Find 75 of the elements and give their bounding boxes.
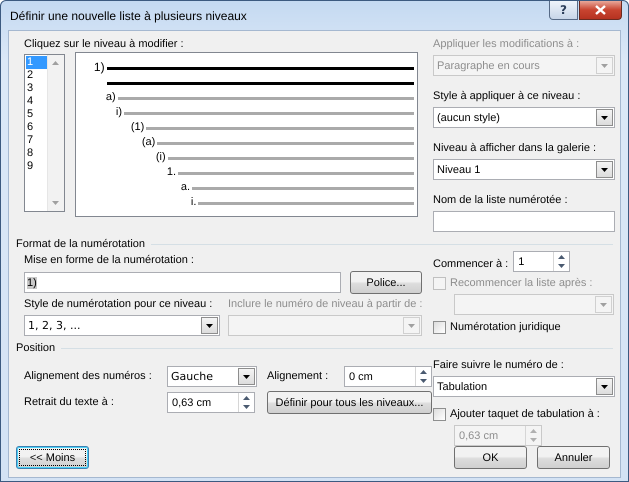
section-title: Position	[16, 342, 56, 354]
dropdown-arrow-icon	[601, 384, 608, 388]
close-button[interactable]	[579, 1, 622, 20]
list-item[interactable]: 7	[26, 134, 47, 147]
help-button[interactable]: ?	[549, 1, 578, 20]
list-item[interactable]: 4	[26, 95, 47, 108]
dropdown-arrow-icon	[243, 374, 250, 378]
list-number: 1)	[94, 61, 105, 73]
checkbox-label: Ajouter taquet de tabulation à :	[450, 406, 600, 422]
list-item[interactable]: 2	[26, 69, 47, 82]
dropdown[interactable]: Niveau 1	[433, 159, 615, 180]
spin-field[interactable]: 1	[513, 251, 570, 272]
list-item[interactable]: 5	[26, 108, 47, 121]
field-label: Inclure le numéro de niveau à partir de :	[228, 297, 422, 312]
button[interactable]: Police...	[350, 271, 422, 294]
field-label: Style de numérotation pour ce niveau :	[24, 297, 214, 312]
field-label: Alignement des numéros :	[24, 369, 153, 384]
field-label: Nom de la liste numérotée :	[433, 193, 569, 208]
list-item[interactable]: 8	[26, 147, 47, 160]
checkbox-label: Numérotation juridique	[450, 320, 561, 334]
section-title: Format de la numérotation	[16, 238, 146, 250]
dropdown-arrow-icon	[206, 324, 213, 328]
scroll-up-icon	[52, 61, 60, 65]
list-number: (1)	[130, 121, 144, 133]
text-field[interactable]: 1)	[24, 272, 341, 293]
down-arrow-icon	[420, 379, 427, 384]
field-label: Niveau à afficher dans la galerie :	[433, 141, 598, 156]
checkbox-label: Recommencer la liste après :	[450, 276, 592, 290]
list-number: a.	[180, 181, 190, 193]
button[interactable]: << Moins	[16, 446, 89, 469]
dropdown-arrow-icon	[601, 116, 608, 120]
dropdown[interactable]: (aucun style)	[433, 107, 615, 128]
spin-field[interactable]: 0,63 cm	[167, 392, 255, 413]
dropdown[interactable]: Gauche	[167, 366, 257, 387]
down-arrow-icon	[243, 405, 250, 410]
text-field[interactable]	[433, 211, 615, 232]
button[interactable]: OK	[454, 446, 527, 469]
list-number: a)	[106, 91, 116, 103]
scroll-down-icon	[52, 201, 60, 205]
up-arrow-icon	[558, 254, 566, 259]
checkbox[interactable]	[433, 408, 446, 420]
list-number: 1.	[166, 166, 176, 178]
down-arrow-icon	[530, 438, 537, 442]
field-label: Alignement :	[267, 369, 328, 384]
field-label: Retrait du texte à :	[24, 395, 115, 410]
up-arrow-icon	[530, 428, 537, 433]
dropdown-arrow-icon	[601, 64, 608, 68]
list-item[interactable]: 6	[26, 121, 47, 134]
dropdown-arrow-icon	[408, 324, 415, 328]
dropdown[interactable]: Tabulation	[433, 376, 615, 397]
button[interactable]: Annuler	[537, 446, 610, 469]
up-arrow-icon	[420, 370, 427, 374]
up-arrow-icon	[243, 396, 250, 400]
scrollbar[interactable]	[46, 55, 64, 211]
field-label: Faire suivre le numéro de :	[433, 358, 565, 373]
dropdown-arrow-icon	[601, 168, 608, 172]
list-number: i)	[116, 106, 122, 118]
list-item[interactable]: 3	[26, 82, 47, 95]
list-number: i.	[190, 196, 196, 208]
close-icon	[595, 5, 606, 15]
button[interactable]: Définir pour tous les niveaux...	[267, 391, 432, 414]
dropdown-arrow-icon	[600, 302, 607, 306]
field-label: Style à appliquer à ce niveau :	[433, 89, 582, 104]
list-number: (i)	[156, 151, 166, 163]
field-label: Appliquer les modifications à :	[433, 37, 580, 52]
spin-field[interactable]: 0 cm	[344, 366, 432, 387]
dropdown[interactable]: 1, 2, 3, ...	[24, 315, 220, 336]
checkbox[interactable]	[433, 320, 446, 334]
field-label: Mise en forme de la numérotation :	[24, 253, 195, 268]
list-item[interactable]: 9	[26, 160, 47, 173]
list-number: (a)	[142, 136, 156, 148]
window-title: Définir une nouvelle liste à plusieurs niveaux	[10, 9, 247, 23]
field-label: Cliquez sur le niveau à modifier :	[24, 37, 185, 52]
down-arrow-icon	[558, 264, 566, 268]
field-label: Commencer à :	[433, 256, 508, 272]
